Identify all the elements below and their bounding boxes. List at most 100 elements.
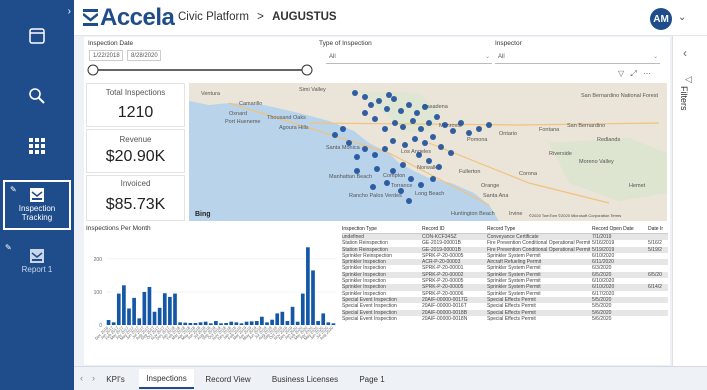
tab-business-licenses[interactable]: Business Licenses — [262, 369, 348, 389]
chart-bar[interactable] — [306, 247, 310, 325]
map-place-label: Los Angeles — [401, 149, 431, 155]
chart-bar[interactable] — [300, 293, 305, 325]
map-place-label: Oxnard — [229, 111, 247, 117]
date-range-slider[interactable] — [87, 64, 313, 76]
column-header[interactable]: Inspection Type — [342, 226, 420, 232]
column-header[interactable]: Record ID — [422, 226, 485, 232]
chart-bar[interactable] — [244, 321, 249, 325]
filter-icon[interactable]: ▽ — [618, 69, 624, 78]
chart-bar[interactable] — [260, 316, 264, 325]
table-cell: Fire Prevention Conditional Operational … — [487, 246, 590, 253]
column-header[interactable]: Record Open Date — [592, 226, 646, 232]
map-place-label: Riverside — [549, 151, 572, 157]
chart-bar[interactable] — [183, 322, 188, 325]
chart-bar[interactable] — [142, 291, 147, 325]
chart-bar[interactable] — [157, 307, 162, 325]
date-start-input[interactable]: 1/22/2018 — [89, 50, 123, 61]
map-place-label: Corona — [519, 171, 538, 177]
nav-search[interactable] — [0, 82, 74, 110]
chart-bar[interactable] — [234, 322, 239, 325]
column-header[interactable]: Date Ir — [648, 226, 668, 232]
chart-bar[interactable] — [219, 323, 223, 325]
tab-kpis[interactable]: KPI's — [94, 369, 137, 389]
date-end-input[interactable]: 8/28/2020 — [127, 50, 161, 61]
kpi-value: 1210 — [117, 104, 154, 121]
table-cell: SPRK-P-20-00005 — [422, 252, 464, 259]
chart-bar[interactable] — [173, 293, 177, 325]
chart-bar[interactable] — [132, 297, 136, 325]
pin-icon: ✎ — [10, 185, 17, 194]
chart-bar[interactable] — [326, 322, 331, 325]
report-canvas: Inspection Date 1/22/2018 8/28/2020 Type… — [84, 37, 670, 365]
chart-bar[interactable] — [178, 322, 182, 325]
visual-header: ▽ ⤢ ⋯ — [618, 69, 651, 79]
inspector-dropdown[interactable]: All ⌄ — [495, 52, 660, 64]
map-place-label: Fullerton — [459, 169, 480, 175]
chart-bar[interactable] — [214, 321, 218, 325]
chart-bar[interactable] — [254, 321, 259, 325]
avatar[interactable]: AM — [650, 8, 672, 30]
inspections-per-month-chart[interactable]: Dec 2016Jan 2017Feb 2017Mar 2017Apr 2017… — [86, 233, 338, 365]
map-place-label: Agoura Hills — [279, 125, 309, 131]
chart-bar[interactable] — [290, 306, 295, 325]
column-header[interactable]: Record Type — [487, 226, 590, 232]
chart-bar[interactable] — [106, 320, 111, 325]
chart-bar[interactable] — [295, 321, 300, 325]
focus-mode-icon[interactable]: ⤢ — [630, 69, 636, 78]
prev-page-icon[interactable]: ‹ — [80, 373, 83, 383]
chart-bar[interactable] — [111, 322, 116, 325]
chevron-down-icon: ⌄ — [652, 54, 658, 60]
chart-bar[interactable] — [193, 323, 198, 325]
inspection-map[interactable]: Ventura Camarillo Oxnard Port Hueneme Th… — [189, 83, 667, 221]
chart-bar[interactable] — [137, 318, 142, 325]
chart-bar[interactable] — [316, 321, 320, 325]
type-dropdown[interactable]: All ⌄ — [326, 52, 492, 64]
more-options-icon[interactable]: ⋯ — [643, 69, 651, 78]
chart-bar[interactable] — [188, 323, 193, 325]
map-place-label: Simi Valley — [299, 87, 326, 93]
filters-label[interactable]: Filters — [679, 86, 689, 111]
accela-logo[interactable]: Accela — [83, 5, 175, 31]
chart-bar[interactable] — [270, 319, 274, 325]
table-cell: Special Effects Permit — [487, 309, 536, 316]
chart-bar[interactable] — [116, 293, 121, 325]
type-slicer-label: Type of Inspection — [319, 40, 372, 47]
chart-bar[interactable] — [152, 311, 157, 325]
chart-bar[interactable] — [203, 321, 208, 325]
tab-page-1[interactable]: Page 1 — [352, 369, 392, 389]
chart-bar[interactable] — [280, 311, 285, 325]
chart-bar[interactable] — [224, 323, 228, 325]
chevron-down-icon: ⌄ — [484, 54, 490, 60]
chart-bar[interactable] — [122, 285, 126, 325]
tab-record-view[interactable]: Record View — [198, 369, 258, 389]
chart-bar[interactable] — [265, 322, 269, 325]
chart-bar[interactable] — [249, 321, 254, 325]
chevron-down-icon[interactable]: ⌄ — [678, 12, 686, 23]
chevron-right-icon[interactable]: › — [68, 6, 71, 17]
table-cell: CON-KCF34SZ — [422, 234, 457, 240]
tab-inspections[interactable]: Inspections — [139, 369, 194, 389]
chart-bar[interactable] — [127, 308, 131, 325]
breadcrumb-root[interactable]: Civic Platform — [178, 11, 249, 23]
chart-bar[interactable] — [208, 323, 213, 325]
nav-report-1[interactable]: ✎ Report 1 — [0, 240, 74, 282]
chart-bar[interactable] — [321, 313, 326, 325]
chart-bar[interactable] — [239, 323, 244, 325]
chart-bar[interactable] — [311, 270, 315, 325]
expand-filters-icon[interactable]: ◁ — [685, 74, 692, 85]
nav-apps[interactable] — [0, 132, 74, 160]
chart-bar[interactable] — [275, 313, 280, 325]
nav-inspection-tracking[interactable]: ✎ Inspection Tracking — [3, 180, 71, 230]
records-table[interactable]: Inspection Type Record ID Record Type Recor… — [342, 226, 668, 366]
chart-bar[interactable] — [162, 293, 167, 325]
chevron-left-icon[interactable]: ‹ — [683, 46, 687, 60]
table-row[interactable]: Special Event Inspection 20AIF-00000-0018… — [342, 316, 668, 322]
table-cell: 5/16/2019 — [592, 240, 615, 247]
chart-bar[interactable] — [147, 286, 152, 325]
chart-bar[interactable] — [285, 321, 290, 325]
chart-bar[interactable] — [168, 296, 172, 325]
chart-bar[interactable] — [331, 323, 336, 325]
chart-bar[interactable] — [198, 322, 203, 325]
chart-bar[interactable] — [229, 321, 234, 325]
nav-layout[interactable] — [0, 22, 74, 50]
